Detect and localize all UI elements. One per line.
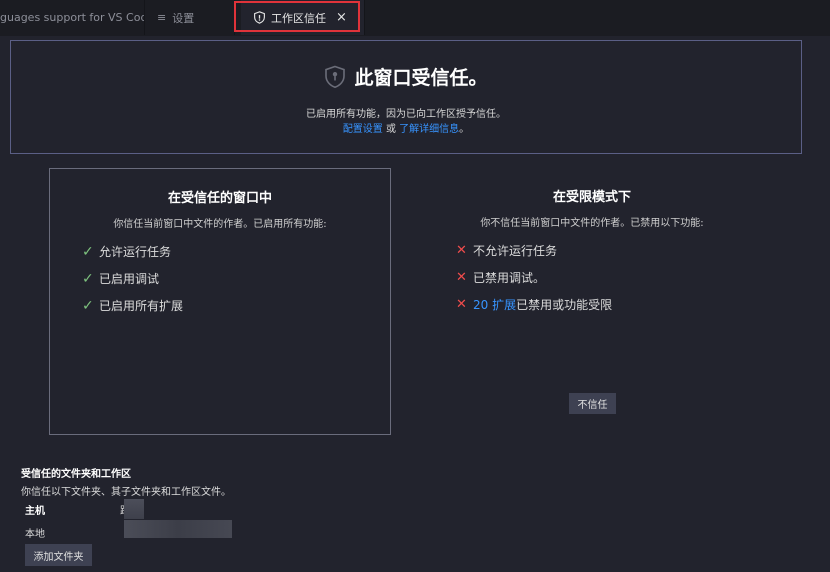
close-icon[interactable]: ×: [336, 10, 347, 25]
feature-label: 允许运行任务: [99, 245, 172, 259]
feature-label: 已启用调试: [99, 272, 160, 286]
feature-label: 已启用所有扩展: [99, 299, 184, 313]
or-text: 或: [382, 124, 400, 135]
feature-label: 不允许运行任务: [473, 244, 558, 258]
list-item: ✕ 已禁用调试。: [456, 264, 612, 291]
tab-label: 工作区信任: [271, 11, 326, 25]
cross-icon: ✕: [456, 270, 467, 285]
feature-label: 已禁用或功能受限: [516, 298, 613, 312]
trusted-title: 在受信任的窗口中: [167, 191, 272, 206]
trusted-mode-panel: 在受信任的窗口中 你信任当前窗口中文件的作者。已启用所有功能: ✓ 允许运行任务…: [49, 168, 391, 435]
add-folder-button[interactable]: 添加文件夹: [25, 544, 92, 566]
banner-description: 已启用所有功能，因为已向工作区授予信任。: [306, 109, 506, 120]
restricted-subtitle: 你不信任当前窗口中文件的作者。已禁用以下功能:: [480, 218, 704, 229]
check-icon: ✓: [82, 243, 94, 260]
list-item: ✓ 已启用调试: [82, 265, 183, 292]
cross-icon: ✕: [456, 243, 467, 258]
banner-links: 配置设置 或 了解详细信息。: [11, 120, 801, 135]
folders-title: 受信任的文件夹和工作区: [21, 469, 131, 480]
shield-icon: [325, 65, 346, 88]
list-item: ✕ 20 扩展 已禁用或功能受限: [456, 291, 612, 318]
host-cell: 本地: [25, 528, 45, 540]
tab-workspace-trust[interactable]: 工作区信任 ×: [241, 0, 365, 35]
banner-title-text: 此窗口受信任。: [354, 67, 488, 89]
restricted-mode-panel: 在受限模式下 你不信任当前窗口中文件的作者。已禁用以下功能: ✕ 不允许运行任务…: [421, 168, 763, 435]
trusted-folders-section: 受信任的文件夹和工作区 你信任以下文件夹、其子文件夹和工作区文件。 主机 路径 …: [21, 465, 232, 566]
trusted-subtitle: 你信任当前窗口中文件的作者。已启用所有功能:: [113, 219, 327, 230]
check-icon: ✓: [82, 297, 94, 314]
settings-list-icon: ≡: [157, 11, 167, 24]
period-text: 。: [459, 124, 470, 135]
shield-icon: [254, 11, 265, 24]
trusted-feature-list: ✓ 允许运行任务 ✓ 已启用调试 ✓ 已启用所有扩展: [82, 238, 183, 319]
tab-label: guages support for VS Code: [0, 11, 145, 24]
restricted-feature-list: ✕ 不允许运行任务 ✕ 已禁用调试。 ✕ 20 扩展 已禁用或功能受限: [456, 237, 612, 318]
tab-settings[interactable]: ≡ 设置: [145, 0, 235, 35]
tab-bar: guages support for VS Code ≡ 设置 工作区信任 ×: [0, 0, 830, 36]
extensions-link[interactable]: 20 扩展: [473, 296, 516, 313]
list-item: ✕ 不允许运行任务: [456, 237, 612, 264]
distrust-button[interactable]: 不信任: [569, 393, 616, 414]
redacted-path: [124, 520, 232, 538]
feature-label: 已禁用调试。: [473, 271, 546, 285]
redacted-region: [124, 499, 144, 519]
banner-title: 此窗口受信任。: [11, 63, 801, 90]
tab-language-support[interactable]: guages support for VS Code: [0, 0, 145, 35]
tab-label: 设置: [172, 11, 195, 25]
host-column-header: 主机: [25, 505, 45, 517]
list-item: ✓ 允许运行任务: [82, 238, 183, 265]
list-item: ✓ 已启用所有扩展: [82, 292, 183, 319]
restricted-title: 在受限模式下: [552, 190, 631, 205]
configure-settings-link[interactable]: 配置设置: [343, 124, 383, 135]
trust-banner: 此窗口受信任。 已启用所有功能，因为已向工作区授予信任。 配置设置 或 了解详细…: [10, 40, 802, 154]
trusted-folders-table: 主机 路径 本地: [25, 499, 255, 542]
cross-icon: ✕: [456, 297, 467, 312]
folders-description: 你信任以下文件夹、其子文件夹和工作区文件。: [21, 487, 231, 498]
check-icon: ✓: [82, 270, 94, 287]
learn-more-link[interactable]: 了解详细信息: [399, 124, 459, 135]
